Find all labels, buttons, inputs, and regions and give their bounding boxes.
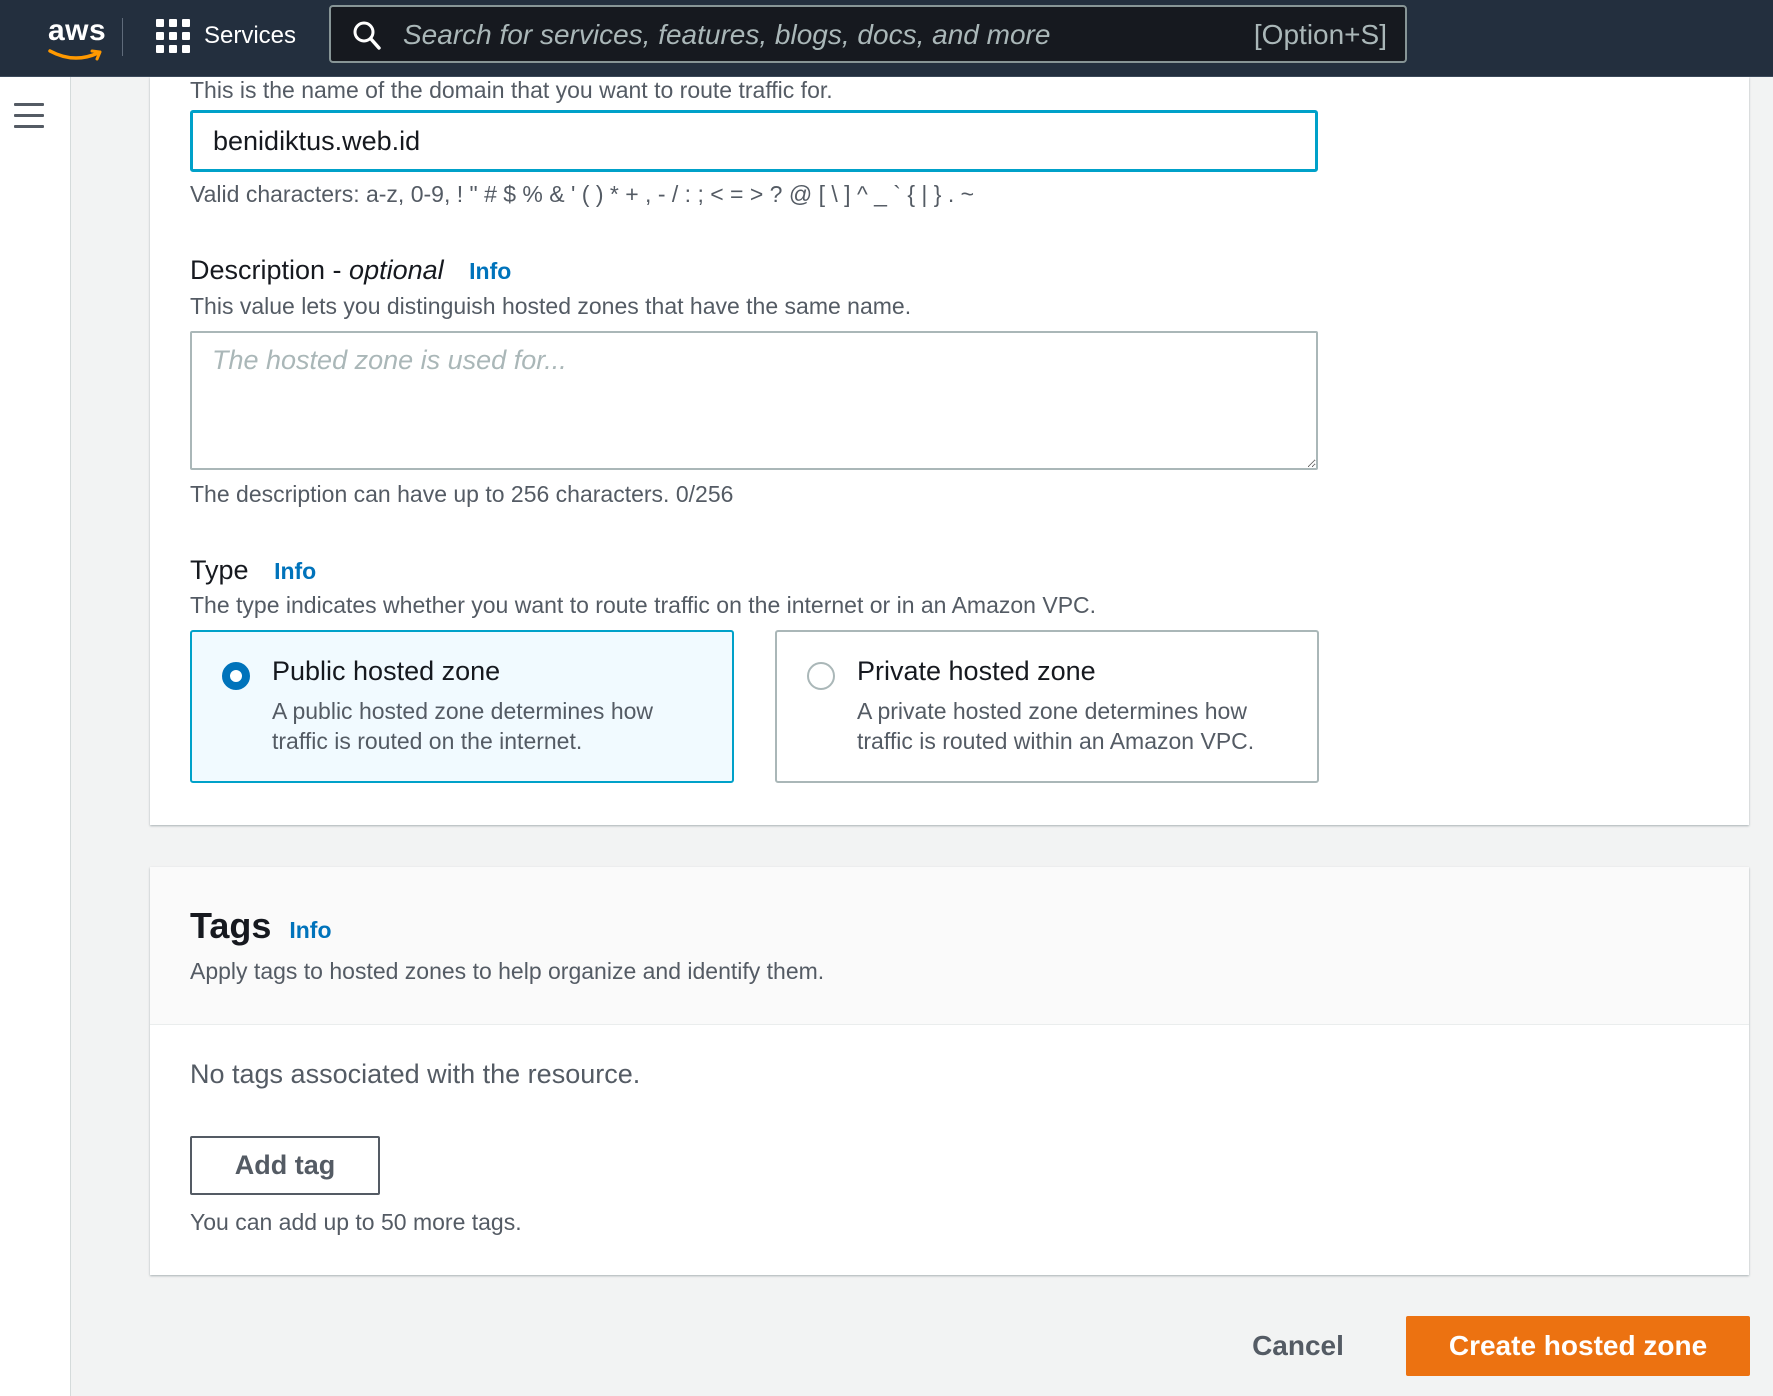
private-hosted-zone-option[interactable]: Private hosted zone A private hosted zon… [775, 630, 1319, 783]
tags-info-link[interactable]: Info [289, 917, 331, 944]
domain-valid-characters: Valid characters: a-z, 0-9, ! " # $ % & … [190, 181, 975, 207]
type-hint: The type indicates whether you want to r… [190, 592, 1097, 618]
description-label: Description - optional Info [190, 255, 511, 286]
tags-heading: Tags Info [190, 905, 332, 947]
nav-divider [122, 18, 123, 56]
private-hosted-zone-description: A private hosted zone determines how tra… [857, 698, 1255, 754]
cancel-button[interactable]: Cancel [1228, 1316, 1368, 1376]
type-label: Type Info [190, 555, 316, 586]
aws-logo[interactable]: aws [22, 8, 106, 64]
services-label: Services [204, 22, 297, 49]
tag-limit-text: You can add up to 50 more tags. [190, 1209, 522, 1235]
radio-unselected-icon[interactable] [807, 662, 835, 690]
side-navigation-rail [0, 77, 71, 1396]
public-hosted-zone-title: Public hosted zone [272, 656, 501, 686]
description-info-link[interactable]: Info [469, 258, 511, 284]
private-hosted-zone-title: Private hosted zone [857, 656, 1096, 686]
public-hosted-zone-option[interactable]: Public hosted zone A public hosted zone … [190, 630, 734, 783]
top-navigation: aws Services [Option+S] [0, 0, 1773, 77]
radio-selected-icon[interactable] [222, 662, 250, 690]
type-label-text: Type [190, 555, 249, 585]
services-grid-icon [156, 19, 190, 53]
description-textarea[interactable] [190, 331, 1318, 470]
no-tags-message: No tags associated with the resource. [190, 1059, 641, 1089]
description-label-text: Description - [190, 255, 350, 285]
domain-name-hint: This is the name of the domain that you … [190, 77, 833, 103]
description-hint: This value lets you distinguish hosted z… [190, 293, 912, 319]
aws-smile-icon [48, 49, 102, 61]
tags-panel-header: Tags Info Apply tags to hosted zones to … [150, 867, 1749, 1025]
domain-name-input[interactable] [190, 110, 1318, 172]
hosted-zone-configuration-panel: This is the name of the domain that you … [150, 77, 1749, 825]
description-constraint: The description can have up to 256 chara… [190, 481, 734, 507]
global-search-box[interactable]: [Option+S] [329, 5, 1407, 63]
type-info-link[interactable]: Info [274, 558, 316, 584]
search-icon [353, 21, 381, 50]
global-search-input[interactable] [401, 13, 1165, 57]
add-tag-button[interactable]: Add tag [190, 1136, 380, 1195]
menu-icon[interactable] [14, 103, 44, 129]
tags-panel: Tags Info Apply tags to hosted zones to … [150, 867, 1749, 1275]
tags-subtitle: Apply tags to hosted zones to help organ… [190, 958, 825, 984]
tags-title: Tags [190, 905, 272, 946]
services-menu-button[interactable]: Services [156, 16, 296, 56]
description-optional-text: optional [349, 255, 444, 285]
public-hosted-zone-description: A public hosted zone determines how traf… [272, 698, 654, 754]
create-hosted-zone-button[interactable]: Create hosted zone [1406, 1316, 1750, 1376]
aws-logo-text: aws [48, 14, 107, 47]
search-shortcut-hint: [Option+S] [1253, 19, 1387, 50]
